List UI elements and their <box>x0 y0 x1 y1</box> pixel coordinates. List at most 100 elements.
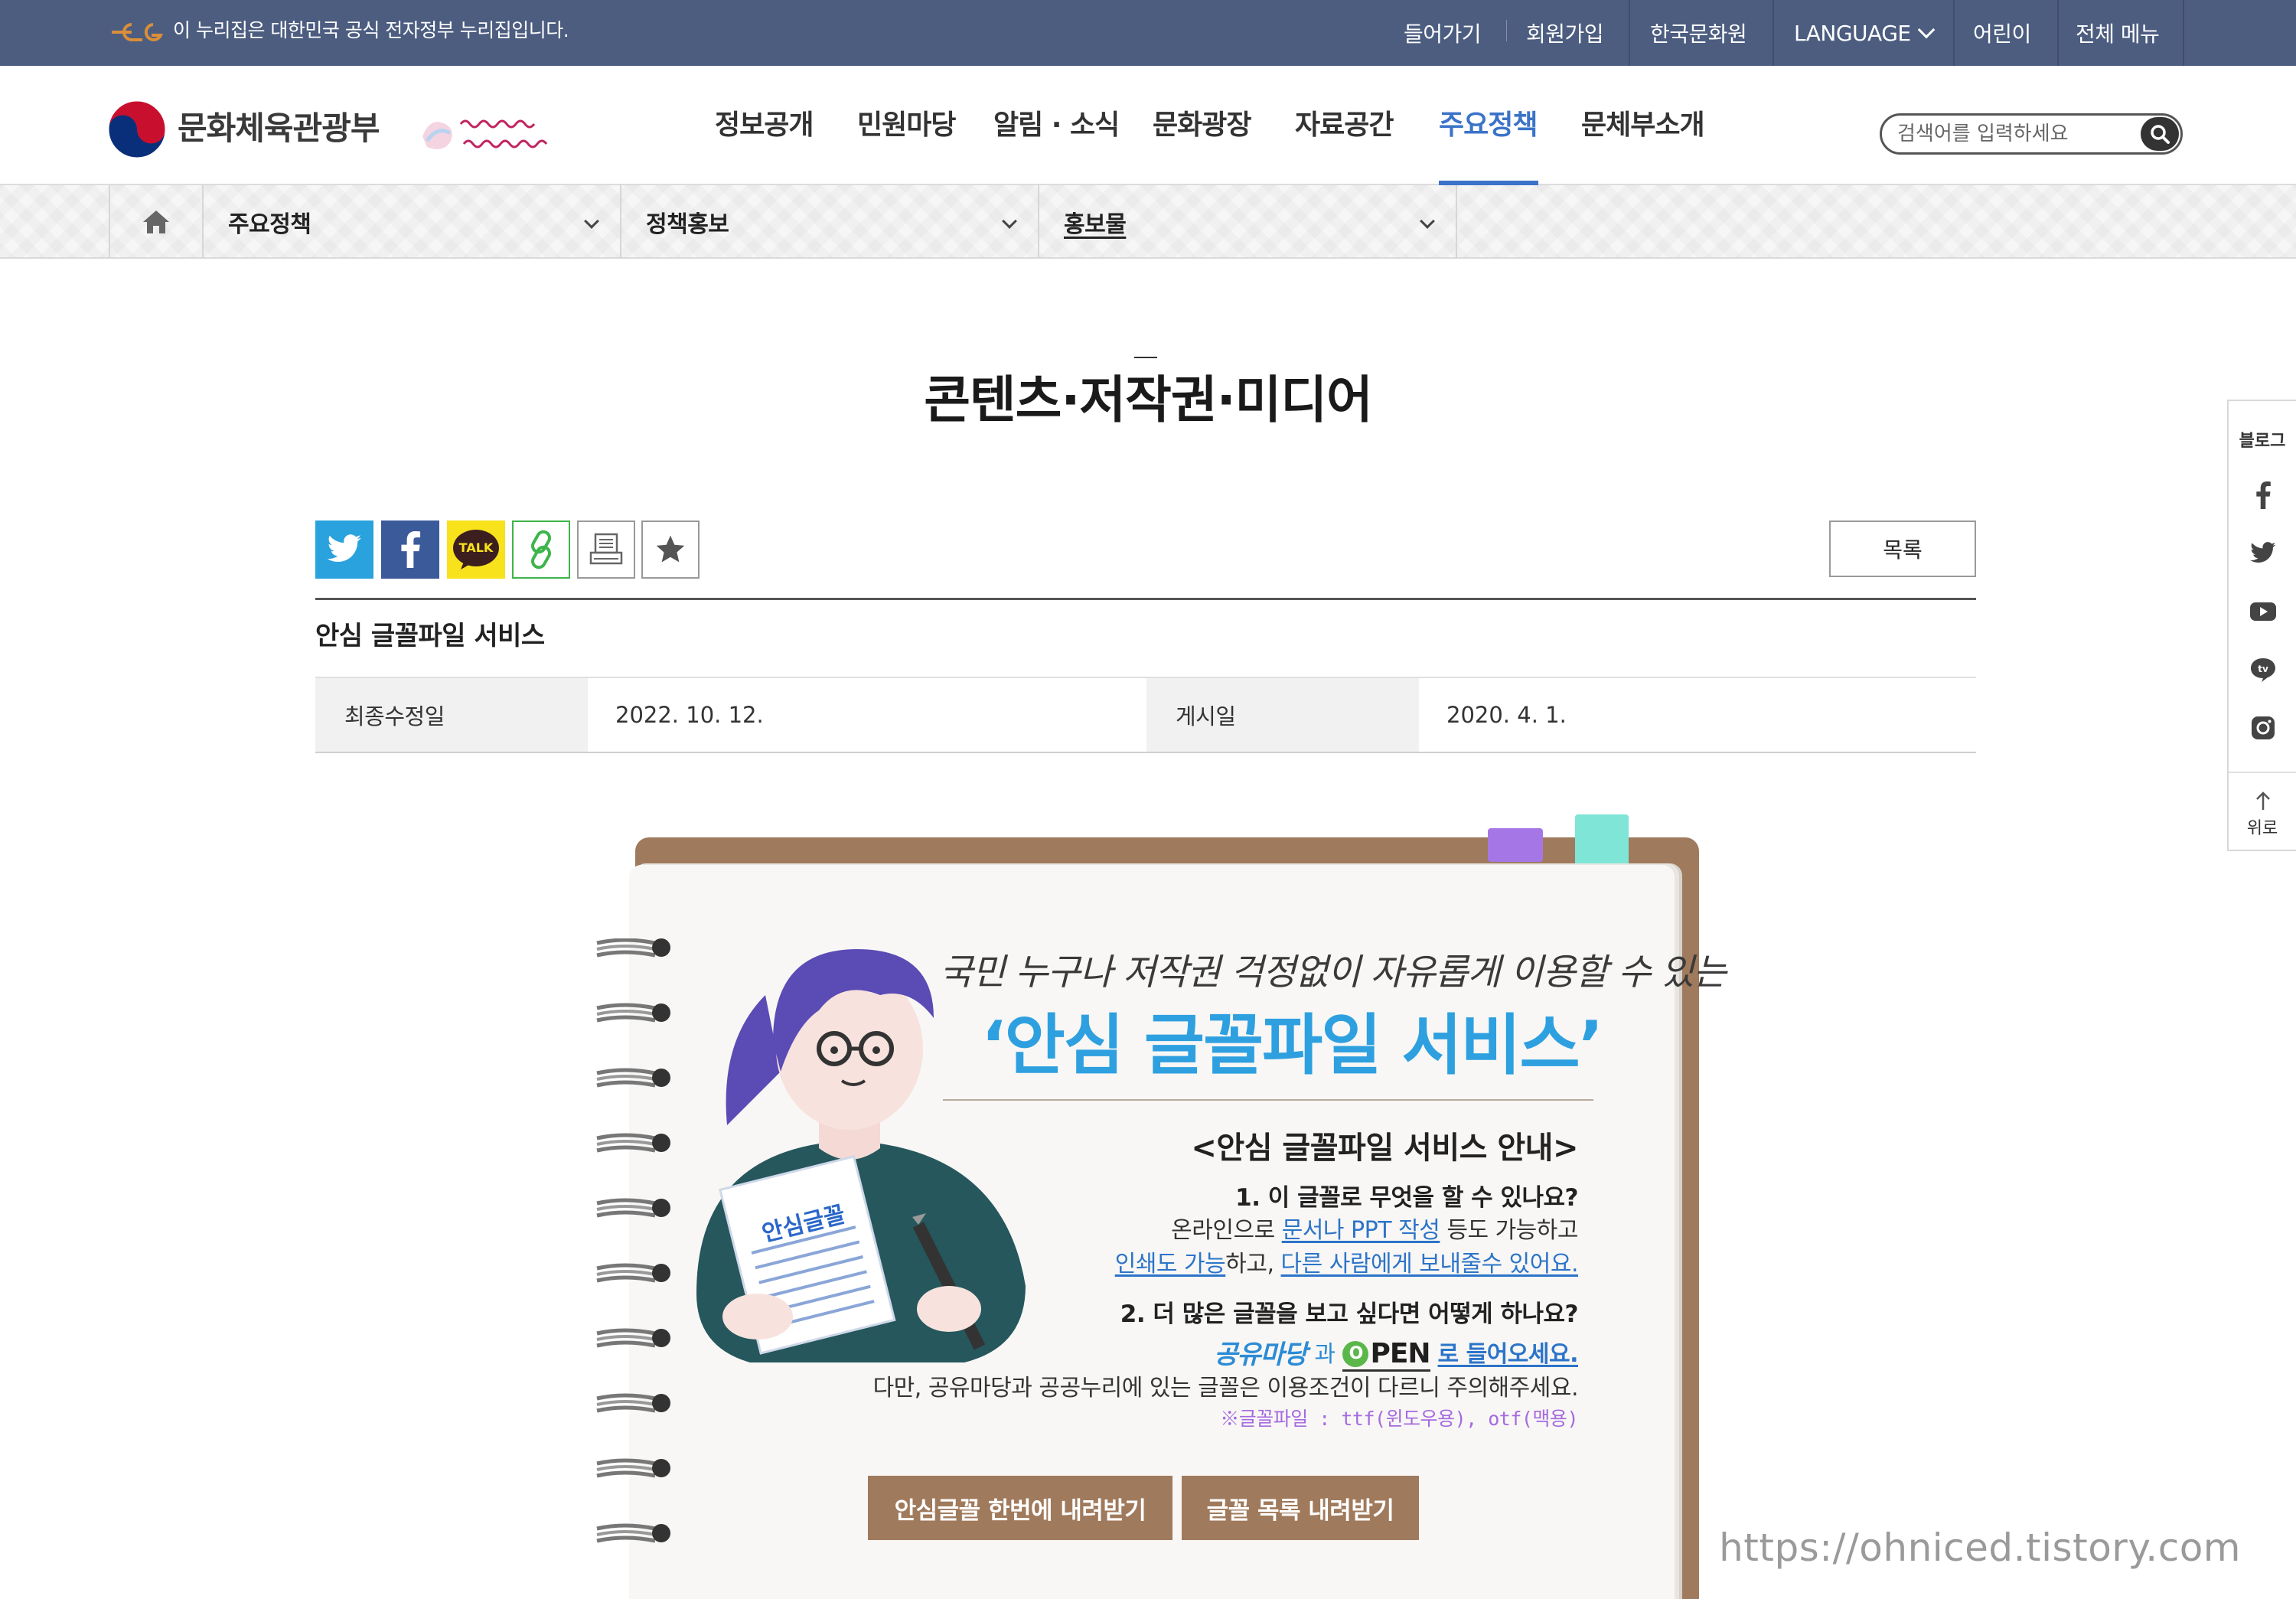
quick-menu: 블로그 tv 위로 <box>2227 400 2296 851</box>
download-list-button[interactable]: 글꼴 목록 내려받기 <box>1182 1476 1419 1540</box>
copy-link-button[interactable] <box>512 520 570 579</box>
location-level2-dropdown[interactable]: 정책홍보 <box>620 185 1038 259</box>
language-menu[interactable]: LANGUAGE <box>1794 0 1935 66</box>
posted-date-label: 게시일 <box>1146 678 1419 752</box>
scroll-top-button[interactable]: 위로 <box>2229 784 2296 845</box>
location-bar: 주요정책 정책홍보 홍보물 <box>0 185 2296 259</box>
location-level2-label: 정책홍보 <box>646 211 729 238</box>
highlight-text: 인쇄도 가능 <box>1114 1251 1226 1278</box>
quick-facebook-link[interactable] <box>2249 481 2278 510</box>
divider <box>2229 772 2296 773</box>
text: 로 들어오세요. <box>1437 1341 1579 1368</box>
divider <box>1773 0 1774 66</box>
search-icon <box>2151 125 2170 144</box>
search-box <box>1880 113 2183 155</box>
divider <box>2057 0 2059 66</box>
question-1: 1. 이 글꼴로 무엇을 할 수 있나요? <box>1235 1184 1578 1212</box>
site-header: 문화체육관광부 정보공개 민원마당 알림 · 소식 문화광장 자료공간 주요정책… <box>0 66 2296 185</box>
star-icon <box>656 535 685 563</box>
top-utility-bar: 이 누리집은 대한민국 공식 전자정부 누리집입니다. 들어가기 회원가입 한국… <box>0 0 2296 66</box>
scroll-top-label: 위로 <box>2246 819 2278 838</box>
guide-heading: <안심 글꼴파일 서비스 안내> <box>1191 1131 1578 1166</box>
twitter-icon <box>2250 542 2276 563</box>
divider <box>943 1099 1593 1101</box>
watermark-url: https://ohniced.tistory.com <box>1719 1526 2241 1570</box>
spiral-binding-icon <box>594 938 675 1599</box>
share-twitter-button[interactable] <box>315 520 373 579</box>
nav-info-disclosure[interactable]: 정보공개 <box>715 104 814 147</box>
chevron-down-icon <box>1002 214 1017 229</box>
chevron-down-icon <box>584 214 599 229</box>
open-logo: O PEN <box>1342 1338 1431 1372</box>
open-o-icon: O <box>1342 1340 1369 1367</box>
kakaotalk-label: TALK <box>458 540 494 555</box>
kids-link[interactable]: 어린이 <box>1973 0 2031 66</box>
modified-date-label: 최종수정일 <box>315 678 588 752</box>
nav-resources[interactable]: 자료공간 <box>1295 104 1394 147</box>
divider <box>1456 185 1457 259</box>
chevron-down-icon <box>1420 214 1435 229</box>
location-level3-label: 홍보물 <box>1064 211 1127 238</box>
answer-2-line: 공유마당 과 O PEN 로 들어오세요. <box>1214 1335 1579 1375</box>
arrow-up-icon <box>2256 791 2270 810</box>
nav-ministry-intro[interactable]: 문체부소개 <box>1581 104 1705 147</box>
download-all-button[interactable]: 안심글꼴 한번에 내려받기 <box>868 1476 1172 1540</box>
facebook-icon <box>2256 481 2271 509</box>
favorite-button[interactable] <box>641 520 700 579</box>
text: 과 <box>1314 1341 1336 1368</box>
answer-1-line-2: 인쇄도 가능하고, 다른 사람에게 보내줄수 있어요. <box>1114 1246 1579 1283</box>
korean-culture-center-link[interactable]: 한국문화원 <box>1650 0 1747 66</box>
home-icon <box>143 210 169 233</box>
location-level3-dropdown[interactable]: 홍보물 <box>1038 185 1456 259</box>
divider <box>1506 20 1507 41</box>
nav-civil-service[interactable]: 민원마당 <box>857 104 956 147</box>
list-button[interactable]: 목록 <box>1829 520 1976 577</box>
notebook-tab <box>1575 814 1629 868</box>
ministry-logo-text[interactable]: 문화체육관광부 <box>178 106 380 152</box>
hero-title: ‘안심 글꼴파일 서비스’ <box>981 1007 1603 1084</box>
highlight-text: 문서나 PPT 작성 <box>1281 1217 1440 1244</box>
chevron-down-icon <box>1917 21 1935 39</box>
location-level1-dropdown[interactable]: 주요정책 <box>202 185 620 259</box>
quick-twitter-link[interactable] <box>2249 539 2278 568</box>
divider <box>1629 0 1630 66</box>
posted-date-value: 2020. 4. 1. <box>1446 702 1567 728</box>
nav-news[interactable]: 알림 · 소식 <box>993 104 1120 147</box>
answer-1-line-1: 온라인으로 문서나 PPT 작성 등도 가능하고 <box>1171 1212 1578 1249</box>
modified-date-value: 2022. 10. 12. <box>615 702 764 728</box>
signup-link[interactable]: 회원가입 <box>1526 0 1604 66</box>
print-button[interactable] <box>577 520 635 579</box>
title-accent <box>1134 357 1157 358</box>
divider <box>2183 0 2184 66</box>
slogan-logo-icon <box>422 119 548 149</box>
nav-main-policy[interactable]: 주요정책 <box>1439 104 1538 147</box>
divider <box>315 598 1976 600</box>
search-input[interactable] <box>1897 120 2127 148</box>
file-type-note: ※글꼴파일 : ttf(윈도우용), otf(맥용) <box>1220 1408 1578 1430</box>
language-label: LANGUAGE <box>1794 20 1911 46</box>
page-title: 콘텐츠·저작권·미디어 <box>924 370 1373 429</box>
quick-youtube-link[interactable] <box>2249 597 2278 626</box>
highlight-text: 다른 사람에게 보내줄수 있어요. <box>1280 1251 1579 1278</box>
quick-kakaotv-link[interactable]: tv <box>2249 655 2278 684</box>
caution-note: 다만, 공유마당과 공공누리에 있는 글꼴은 이용조건이 다르니 주의해주세요. <box>872 1375 1579 1402</box>
gongyu-madang-logo: 공유마당 <box>1214 1340 1307 1370</box>
home-button[interactable] <box>109 185 202 259</box>
facebook-icon <box>401 531 421 568</box>
search-button[interactable] <box>2141 117 2179 151</box>
instagram-icon <box>2252 716 2275 739</box>
login-link[interactable]: 들어가기 <box>1404 0 1482 66</box>
twitter-icon <box>327 534 361 562</box>
share-kakaotalk-button[interactable]: TALK <box>447 520 505 579</box>
quick-instagram-link[interactable] <box>2249 713 2278 742</box>
share-facebook-button[interactable] <box>381 520 439 579</box>
location-level1-label: 주요정책 <box>228 211 311 238</box>
divider <box>1953 0 1955 66</box>
text: 등도 가능하고 <box>1440 1217 1578 1244</box>
divider <box>315 752 1976 753</box>
government-mark-icon <box>112 23 164 41</box>
nav-culture-plaza[interactable]: 문화광장 <box>1153 104 1251 147</box>
government-emblem-icon[interactable] <box>107 100 167 159</box>
youtube-icon <box>2250 602 2276 621</box>
all-menu-link[interactable]: 전체 메뉴 <box>2076 0 2160 66</box>
